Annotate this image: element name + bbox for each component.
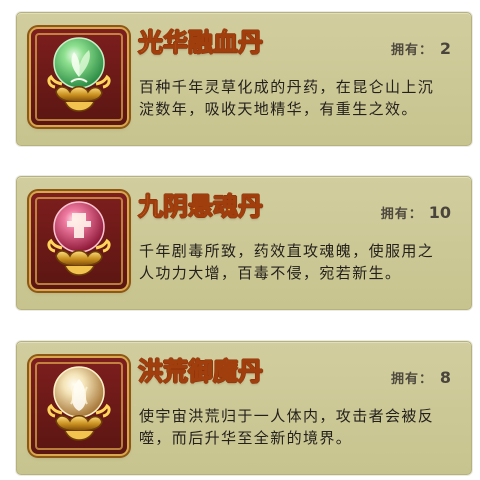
item-name: 洪荒御魔丹 <box>137 357 264 386</box>
owned-value: 2 <box>439 39 451 58</box>
item-name: 光华融血丹 <box>137 28 264 57</box>
item-description: 使宇宙洪荒归于一人体内，攻击者会被反噬，而后升华至全新的境界。 <box>139 407 435 447</box>
green-orb-icon <box>47 37 111 112</box>
item-card-jiuyin[interactable]: 九阴悬魂丹 拥有： 10 千年剧毒所致，药效直攻魂魄，使服用之人功力大增，百毒不… <box>16 176 472 310</box>
item-card-honghuang[interactable]: 洪荒御魔丹 拥有： 8 使宇宙洪荒归于一人体内，攻击者会被反噬，而后升华至全新的… <box>16 341 472 475</box>
owned-count: 拥有： 10 <box>381 203 451 222</box>
owned-value: 10 <box>428 203 451 222</box>
item-description: 千年剧毒所致，药效直攻魂魄，使服用之人功力大增，百毒不侵，宛若新生。 <box>139 242 435 282</box>
owned-label: 拥有： <box>380 207 423 222</box>
item-name: 九阴悬魂丹 <box>137 192 264 221</box>
red-orb-icon <box>47 201 111 276</box>
owned-count: 拥有： 2 <box>391 39 451 58</box>
item-icon-frame <box>31 29 127 125</box>
item-icon-frame <box>31 193 127 289</box>
owned-value: 8 <box>439 368 451 387</box>
owned-label: 拥有： <box>390 43 433 58</box>
item-icon-frame <box>31 358 127 454</box>
owned-count: 拥有： 8 <box>391 368 451 387</box>
gold-orb-icon <box>47 366 111 441</box>
owned-label: 拥有： <box>390 372 433 387</box>
item-list-panel: 光华融血丹 拥有： 2 百种千年灵草化成的丹药，在昆仑山上沉淀数年，吸收天地精华… <box>0 0 480 480</box>
item-card-guanghua[interactable]: 光华融血丹 拥有： 2 百种千年灵草化成的丹药，在昆仑山上沉淀数年，吸收天地精华… <box>16 12 472 146</box>
item-description: 百种千年灵草化成的丹药，在昆仑山上沉淀数年，吸收天地精华，有重生之效。 <box>139 78 435 118</box>
